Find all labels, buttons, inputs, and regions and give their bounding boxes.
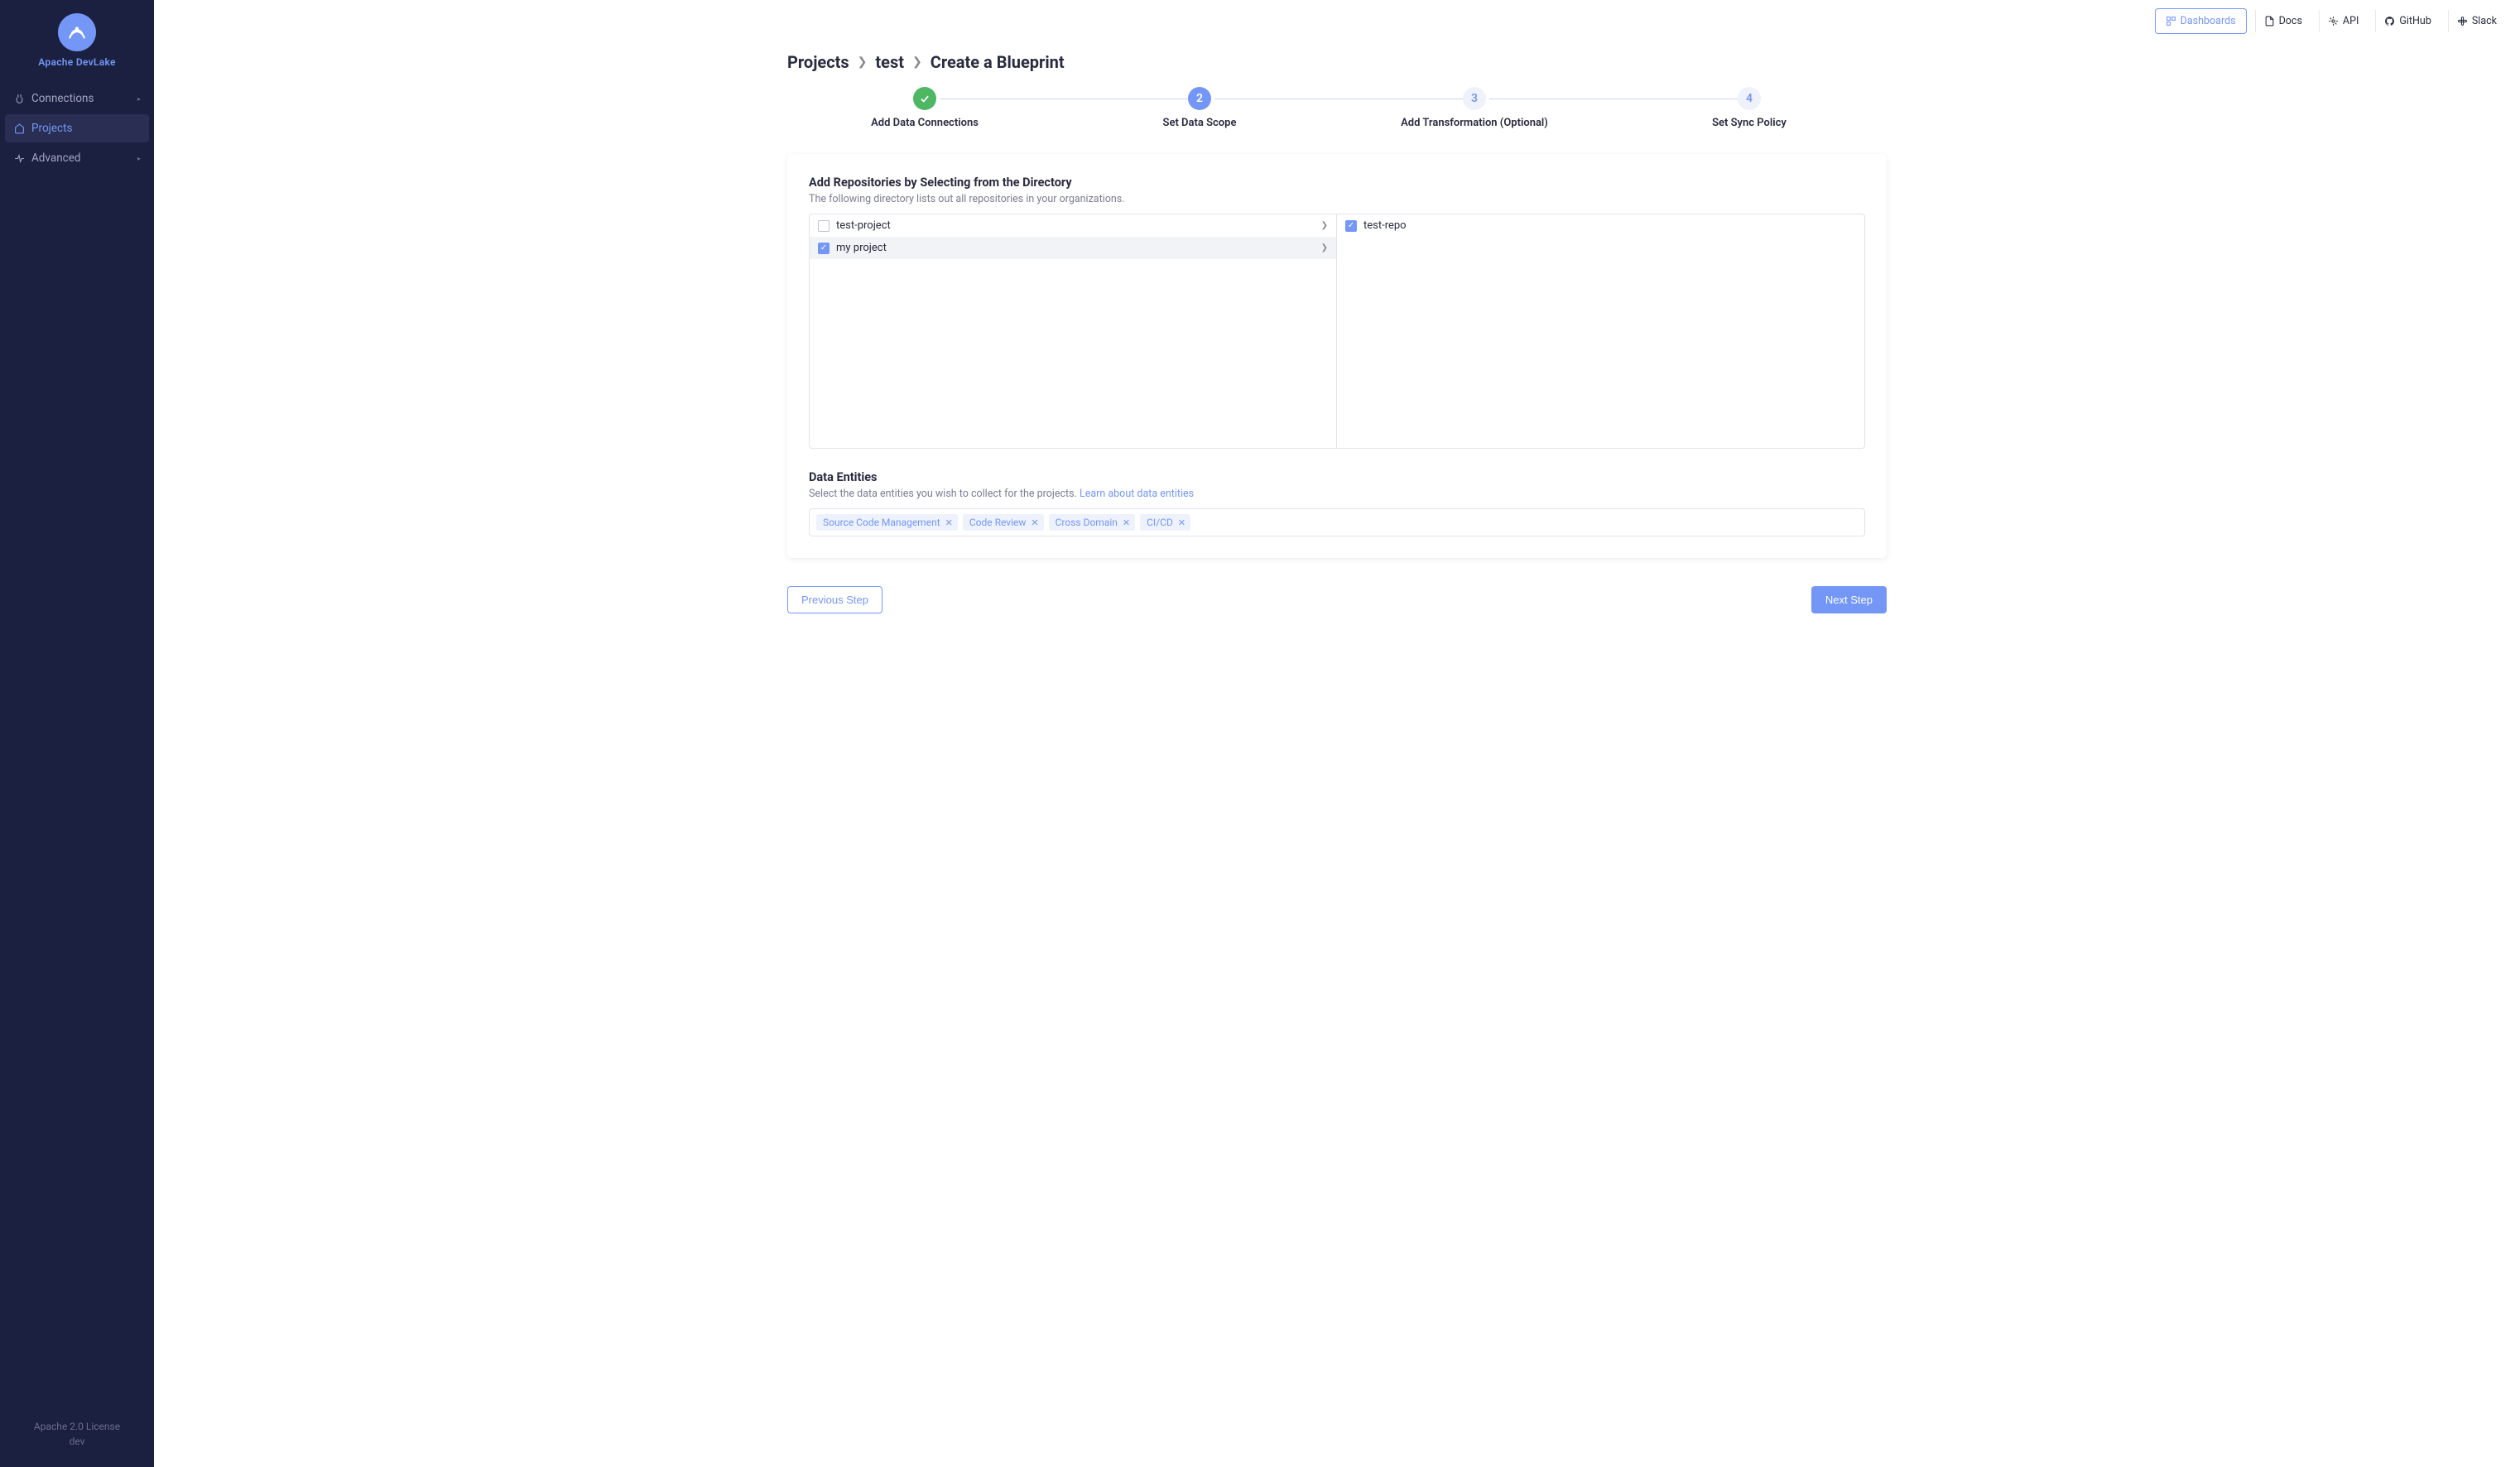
breadcrumb-item[interactable]: Projects [787,52,849,72]
chevron-right-icon: ❯ [912,55,922,69]
sidebar-item-label: Advanced [31,152,81,165]
tree-row-label: test-project [836,219,891,232]
api-icon [2328,16,2339,26]
logo-text: Apache DevLake [0,56,154,68]
breadcrumb-item: Create a Blueprint [931,52,1065,72]
step-indicator: 4 [1738,87,1761,110]
tree-row[interactable]: test-project ❯ [810,214,1336,237]
sidebar-item-advanced[interactable]: Advanced ▸ [5,144,149,172]
breadcrumb-item[interactable]: test [875,52,904,72]
previous-step-button[interactable]: Previous Step [787,586,882,613]
sidebar: Apache DevLake Connections ▸ Projects Advan… [0,0,154,1467]
dashboard-icon [2166,16,2176,26]
tag-label: Cross Domain [1056,517,1118,528]
step: Add Data Connections [787,87,1062,129]
tag-label: Code Review [969,517,1027,528]
step: 4 Set Sync Policy [1612,87,1887,129]
checkbox[interactable] [818,220,830,232]
sidebar-footer: Apache 2.0 License dev [0,1404,154,1467]
api-link[interactable]: API [2319,10,2367,32]
step-indicator: 2 [1188,87,1211,110]
chevron-right-icon: ❯ [858,55,868,69]
step-label: Add Transformation (Optional) [1337,117,1612,129]
main: Dashboards Docs API GitHub Slack Project… [154,0,2520,1467]
step-label: Set Sync Policy [1612,117,1887,129]
github-icon [2384,16,2395,26]
slack-icon [2457,16,2468,26]
step-indicator: 3 [1463,87,1486,110]
tree-row-label: my project [836,242,887,254]
license-text: Apache 2.0 License [0,1419,154,1434]
chevron-right-icon: ❯ [1321,221,1328,230]
docs-link[interactable]: Docs [2255,10,2311,32]
next-step-button[interactable]: Next Step [1811,586,1887,613]
pulse-icon [13,152,25,164]
repo-tree-left[interactable]: test-project ❯ my project ❯ [810,214,1337,448]
repos-subtitle: The following directory lists out all re… [809,193,1865,205]
tag-label: CI/CD [1147,517,1173,528]
breadcrumb: Projects ❯ test ❯ Create a Blueprint [787,52,1887,72]
chevron-right-icon: ▸ [137,155,141,162]
github-link[interactable]: GitHub [2375,10,2439,32]
checkbox[interactable] [1345,220,1357,232]
repo-selector: test-project ❯ my project ❯ test-repo [809,214,1865,449]
topbar: Dashboards Docs API GitHub Slack [154,0,2520,34]
logo-icon [58,13,96,51]
repos-title: Add Repositories by Selecting from the D… [809,176,1865,190]
chevron-right-icon: ▸ [137,95,141,103]
version-text: dev [0,1434,154,1449]
step-label: Add Data Connections [787,117,1062,129]
tag: Source Code Management ✕ [816,514,958,531]
entities-subtitle: Select the data entities you wish to col… [809,488,1865,500]
remove-tag-icon[interactable]: ✕ [945,517,953,528]
logo: Apache DevLake [0,0,154,76]
home-icon [13,123,25,134]
remove-tag-icon[interactable]: ✕ [1123,517,1130,528]
card: Add Repositories by Selecting from the D… [787,154,1887,558]
sidebar-item-label: Connections [31,92,94,105]
entities-title: Data Entities [809,470,1865,484]
step-label: Set Data Scope [1062,117,1337,129]
plug-icon [13,93,25,104]
chevron-right-icon: ❯ [1321,243,1328,253]
content: Projects ❯ test ❯ Create a Blueprint Add Dat… [757,34,1916,638]
checkbox[interactable] [818,243,830,254]
tree-row-label: test-repo [1363,219,1407,232]
remove-tag-icon[interactable]: ✕ [1031,517,1038,528]
nav: Connections ▸ Projects Advanced ▸ [0,76,154,182]
actions: Previous Step Next Step [787,586,1887,613]
tag: Code Review ✕ [963,514,1044,531]
step: 3 Add Transformation (Optional) [1337,87,1612,129]
entities-selector[interactable]: Source Code Management✕Code Review✕Cross… [809,508,1865,536]
sidebar-item-connections[interactable]: Connections ▸ [5,84,149,113]
dashboards-button[interactable]: Dashboards [2155,8,2247,34]
tag-label: Source Code Management [823,517,940,528]
tag: CI/CD ✕ [1140,514,1190,531]
learn-entities-link[interactable]: Learn about data entities [1080,488,1194,500]
sidebar-item-projects[interactable]: Projects [5,114,149,142]
sidebar-item-label: Projects [31,122,73,135]
slack-link[interactable]: Slack [2448,10,2505,32]
step-indicator [913,87,936,110]
repo-tree-right[interactable]: test-repo [1337,214,1864,448]
step: 2 Set Data Scope [1062,87,1337,129]
stepper: Add Data Connections 2 Set Data Scope 3 Add … [787,87,1887,129]
tag: Cross Domain ✕ [1049,514,1136,531]
remove-tag-icon[interactable]: ✕ [1178,517,1185,528]
file-icon [2264,16,2275,26]
tree-row[interactable]: test-repo [1337,214,1864,237]
tree-row[interactable]: my project ❯ [810,237,1336,259]
